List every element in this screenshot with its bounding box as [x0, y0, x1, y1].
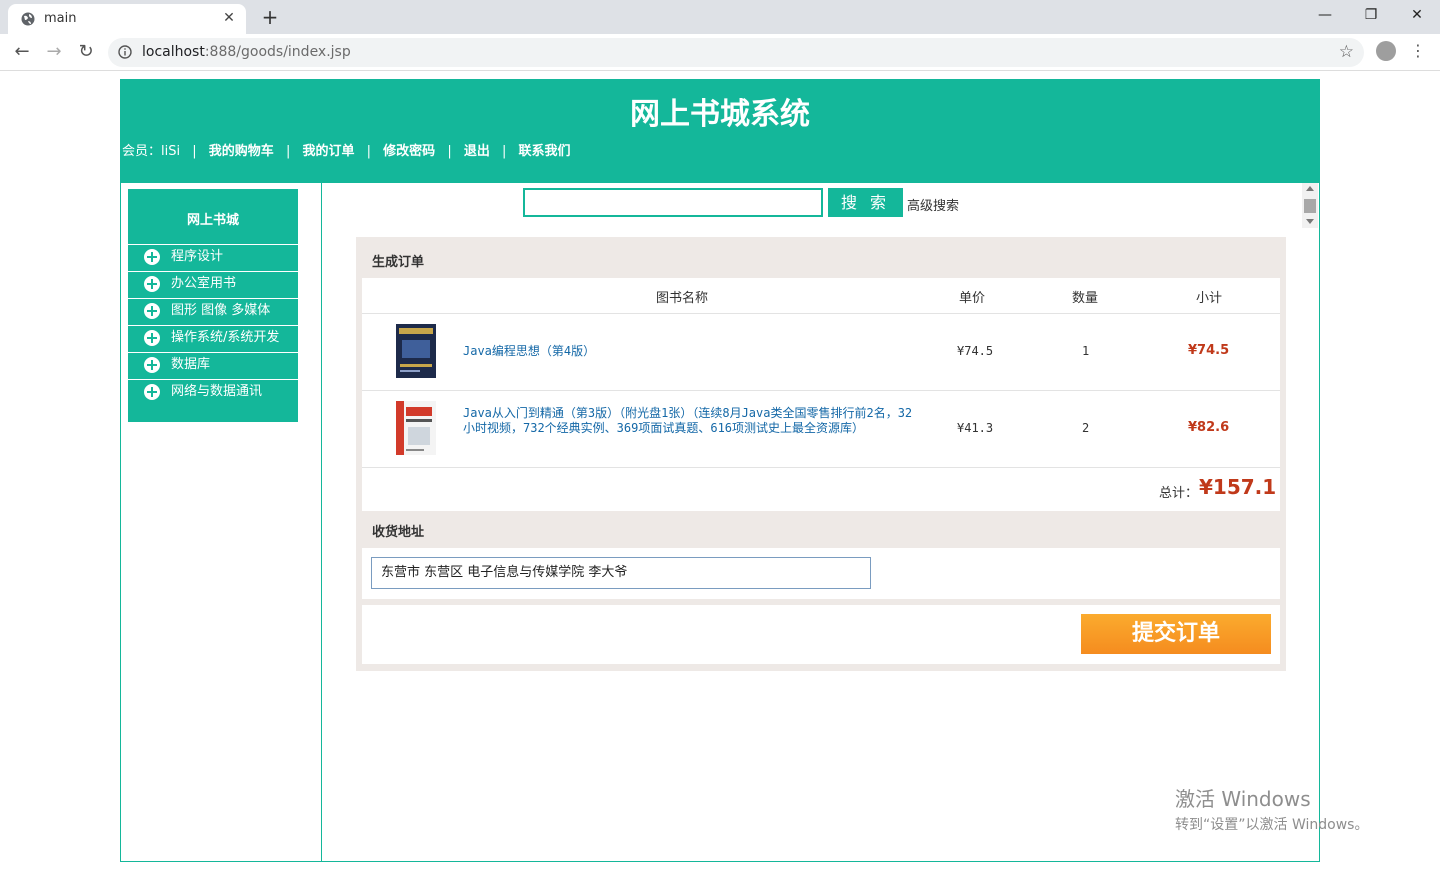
- bookmark-star-icon[interactable]: ☆: [1339, 42, 1354, 62]
- category-item[interactable]: 数据库: [128, 352, 298, 377]
- advanced-search-link[interactable]: 高级搜索: [907, 195, 959, 214]
- book-name-link[interactable]: Java编程思想（第4版）: [463, 344, 913, 359]
- nav-cart-link[interactable]: 我的购物车: [209, 144, 274, 159]
- browser-toolbar: ← → ↻ localhost:888/goods/index.jsp ☆: [0, 34, 1440, 71]
- category-item[interactable]: 网络与数据通讯: [128, 379, 298, 404]
- info-icon: [118, 45, 132, 59]
- plus-circle-icon: [144, 303, 160, 319]
- submit-order-button[interactable]: 提交订单: [1081, 614, 1271, 654]
- plus-circle-icon: [144, 276, 160, 292]
- windows-activation-watermark: 激活 Windows 转到“设置”以激活 Windows。: [1175, 783, 1368, 834]
- category-label: 办公室用书: [171, 276, 237, 291]
- order-section-title: 生成订单: [372, 255, 425, 270]
- category-label: 图形 图像 多媒体: [171, 303, 271, 318]
- total-value: ¥157.1: [1199, 475, 1277, 499]
- browser-tab[interactable]: main ✕: [8, 4, 246, 34]
- category-menu-title: 网上书城: [186, 213, 239, 228]
- category-item[interactable]: 程序设计: [128, 244, 298, 269]
- address-section-title: 收货地址: [372, 525, 425, 540]
- book-cover-image[interactable]: [396, 401, 436, 455]
- username: liSi: [161, 144, 181, 159]
- sidebar: 网上书城 程序设计 办公室用书 图形 图像 多媒体 操作系统/系统开发 数据库 …: [121, 183, 322, 861]
- unit-price: ¥74.5: [957, 344, 994, 358]
- nav-logout-link[interactable]: 退出: [464, 144, 490, 159]
- nav-separator: |: [447, 144, 452, 159]
- scroll-down-icon[interactable]: [1306, 219, 1314, 224]
- new-tab-icon[interactable]: +: [258, 5, 282, 29]
- window-close-icon[interactable]: ✕: [1394, 0, 1440, 30]
- col-header-price: 单价: [959, 291, 986, 306]
- category-label: 数据库: [171, 357, 211, 372]
- forward-icon[interactable]: →: [41, 39, 67, 65]
- user-nav: 会员：liSi | 我的购物车 | 我的订单 | 修改密码 | 退出 | 联系我…: [122, 140, 571, 159]
- quantity: 1: [1082, 344, 1090, 358]
- row-divider: [362, 467, 1280, 468]
- scroll-thumb[interactable]: [1304, 199, 1316, 213]
- plus-circle-icon: [144, 330, 160, 346]
- category-label: 网络与数据通讯: [171, 384, 263, 399]
- profile-avatar-icon[interactable]: [1376, 41, 1396, 61]
- nav-contact-link[interactable]: 联系我们: [519, 144, 571, 159]
- row-divider: [362, 390, 1280, 391]
- url-text: localhost:888/goods/index.jsp: [142, 44, 351, 60]
- url-path: :888/goods/index.jsp: [204, 44, 351, 60]
- scroll-up-icon[interactable]: [1306, 186, 1314, 191]
- address-bar[interactable]: localhost:888/goods/index.jsp ☆: [108, 38, 1364, 67]
- nav-separator: |: [285, 144, 291, 159]
- category-item[interactable]: 图形 图像 多媒体: [128, 298, 298, 323]
- subtotal: ¥74.5: [1188, 343, 1230, 358]
- nav-separator: |: [502, 144, 507, 159]
- col-header-name: 图书名称: [656, 291, 709, 306]
- plus-circle-icon: [144, 357, 160, 373]
- address-box: 东营市 东营区 电子信息与传媒学院 李大爷: [362, 548, 1280, 599]
- subtotal: ¥82.6: [1188, 420, 1230, 435]
- order-panel: 生成订单 图书名称 单价 数量 小计 Java编程思想（第4版） ¥74.5 1…: [356, 237, 1286, 671]
- book-name-link[interactable]: Java从入门到精通（第3版）（附光盘1张）（连续8月Java类全国零售排行前2…: [463, 406, 913, 436]
- search-button[interactable]: 搜 索: [828, 188, 903, 217]
- search-input[interactable]: [523, 188, 823, 217]
- back-icon[interactable]: ←: [9, 39, 35, 65]
- category-label: 程序设计: [171, 249, 224, 264]
- browser-tab-strip: main ✕ + — ❐ ✕: [0, 0, 1440, 34]
- plus-circle-icon: [144, 384, 160, 400]
- address-input[interactable]: 东营市 东营区 电子信息与传媒学院 李大爷: [371, 557, 871, 589]
- watermark-subtitle: 转到“设置”以激活 Windows。: [1175, 817, 1369, 833]
- minimize-icon[interactable]: —: [1302, 0, 1348, 30]
- category-item[interactable]: 操作系统/系统开发: [128, 325, 298, 350]
- category-label: 操作系统/系统开发: [171, 330, 280, 345]
- submit-box: 提交订单: [362, 605, 1280, 664]
- quantity: 2: [1082, 421, 1090, 435]
- row-divider: [362, 313, 1280, 314]
- nav-separator: |: [366, 144, 372, 159]
- category-menu: 网上书城 程序设计 办公室用书 图形 图像 多媒体 操作系统/系统开发 数据库 …: [128, 189, 298, 422]
- tab-close-icon[interactable]: ✕: [220, 9, 238, 27]
- col-header-qty: 数量: [1072, 291, 1099, 306]
- site-header: 网上书城系统 会员：liSi | 我的购物车 | 我的订单 | 修改密码 | 退…: [120, 79, 1320, 183]
- nav-orders-link[interactable]: 我的订单: [302, 144, 354, 159]
- category-item[interactable]: 办公室用书: [128, 271, 298, 296]
- nav-separator: |: [192, 144, 197, 159]
- content-frame: 网上书城 程序设计 办公室用书 图形 图像 多媒体 操作系统/系统开发 数据库 …: [120, 183, 1320, 862]
- col-header-subtotal: 小计: [1196, 291, 1223, 306]
- nav-change-password-link[interactable]: 修改密码: [383, 144, 435, 159]
- tab-title: main: [44, 11, 77, 26]
- watermark-title: 激活 Windows: [1175, 787, 1311, 811]
- url-host: localhost: [142, 44, 205, 60]
- unit-price: ¥41.3: [957, 421, 994, 435]
- site-title: 网上书城系统: [630, 97, 810, 132]
- reload-icon[interactable]: ↻: [73, 39, 99, 65]
- plus-circle-icon: [144, 249, 160, 265]
- member-label: 会员：: [122, 144, 162, 159]
- order-table: 图书名称 单价 数量 小计 Java编程思想（第4版） ¥74.5 1 ¥74.…: [362, 278, 1280, 511]
- total-label: 总计：: [1159, 486, 1199, 501]
- globe-icon: [21, 12, 35, 26]
- menu-kebab-icon[interactable]: ⋮: [1408, 40, 1428, 62]
- book-cover-image[interactable]: [396, 324, 436, 378]
- scrollbar[interactable]: [1302, 183, 1318, 228]
- restore-icon[interactable]: ❐: [1348, 0, 1394, 30]
